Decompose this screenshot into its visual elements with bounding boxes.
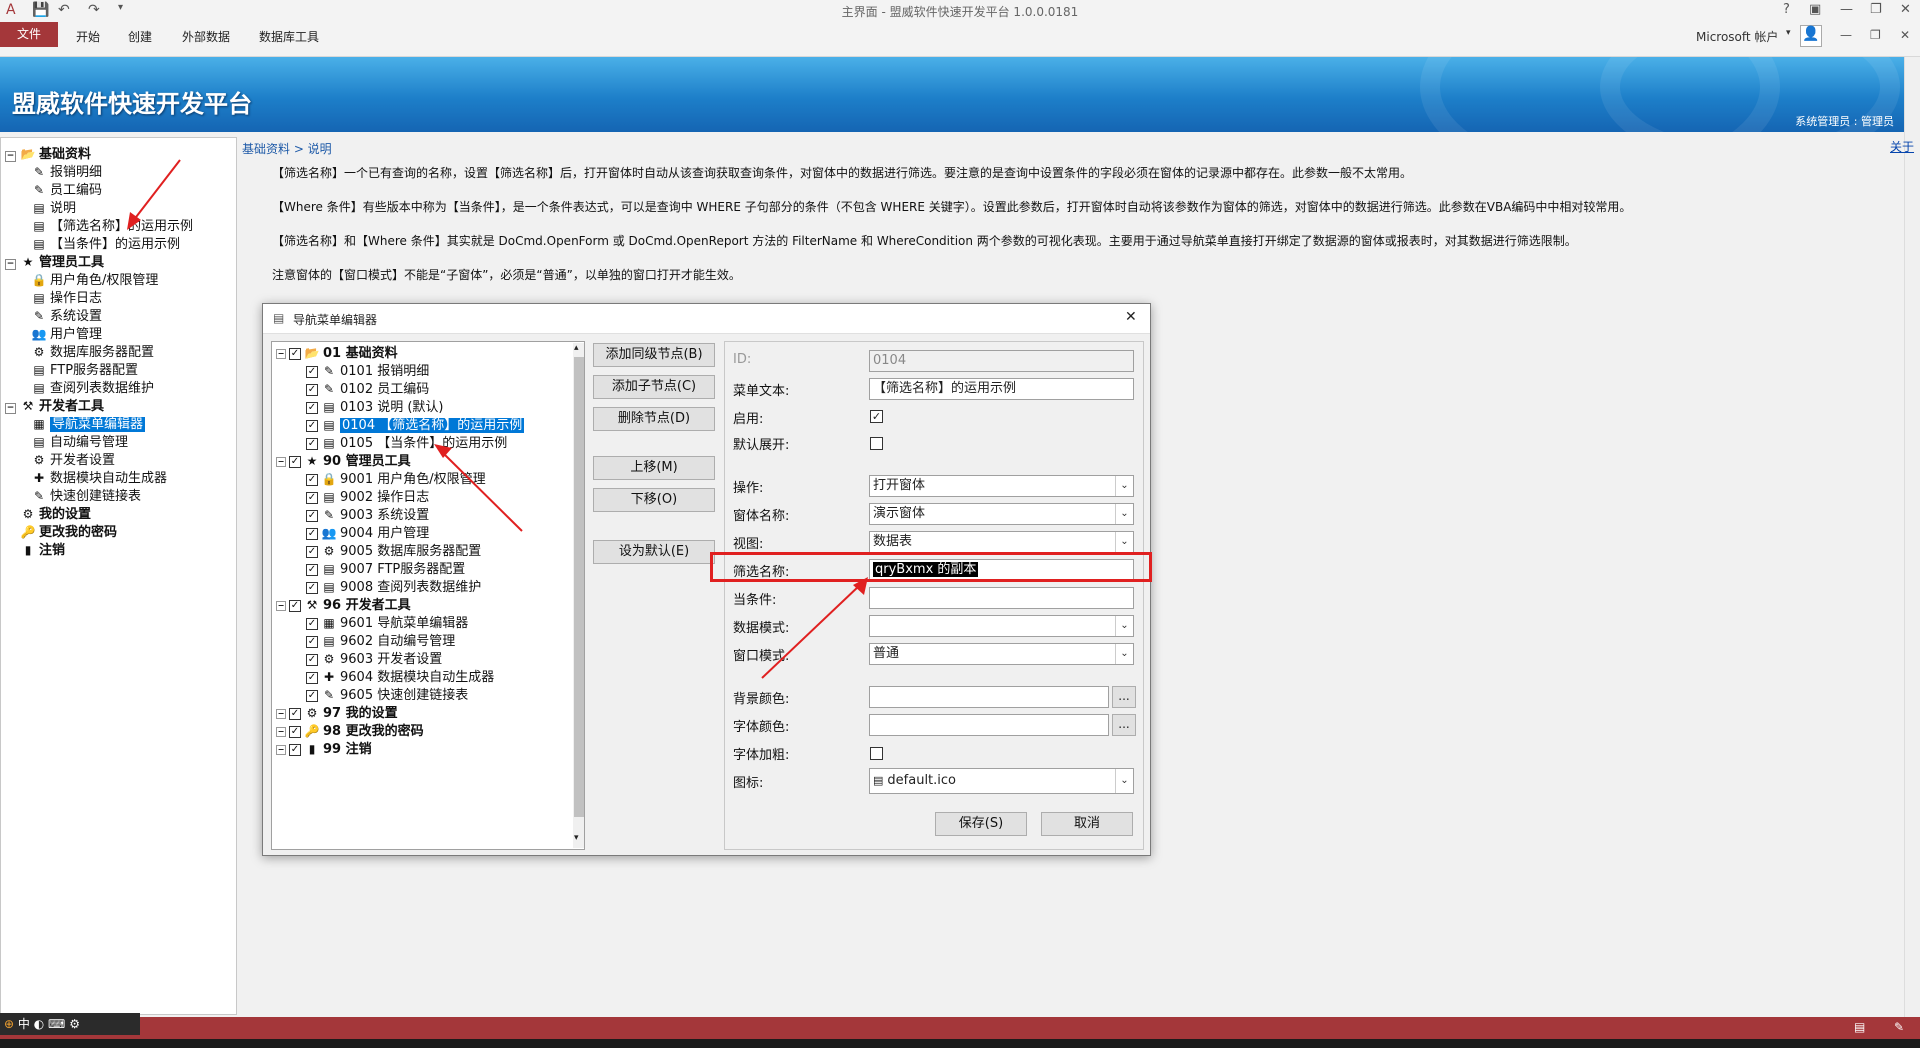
ime-logo-icon: ⊕ xyxy=(4,1017,15,1031)
arrow-line xyxy=(761,584,861,679)
ime-keyboard-icon[interactable]: ⌨ xyxy=(48,1017,65,1031)
design-view-icon[interactable]: ✎ xyxy=(1894,1020,1904,1034)
form-view-icon[interactable]: ▤ xyxy=(1854,1020,1865,1034)
ime-punct-icon[interactable]: ◐ xyxy=(34,1017,44,1031)
taskbar xyxy=(0,1039,1920,1048)
arrow-line xyxy=(441,451,523,532)
ime-mode[interactable]: 中 xyxy=(18,1017,30,1031)
arrow-head xyxy=(853,577,868,595)
ime-toolbar[interactable]: ⊕ 中 ◐ ⌨ ⚙ xyxy=(0,1013,140,1035)
status-bar: ▤ ✎ xyxy=(0,1017,1920,1039)
arrow-line xyxy=(132,159,181,222)
ime-settings-icon[interactable]: ⚙ xyxy=(69,1017,80,1031)
arrow-head xyxy=(434,444,452,458)
annotation-arrows xyxy=(127,159,868,679)
